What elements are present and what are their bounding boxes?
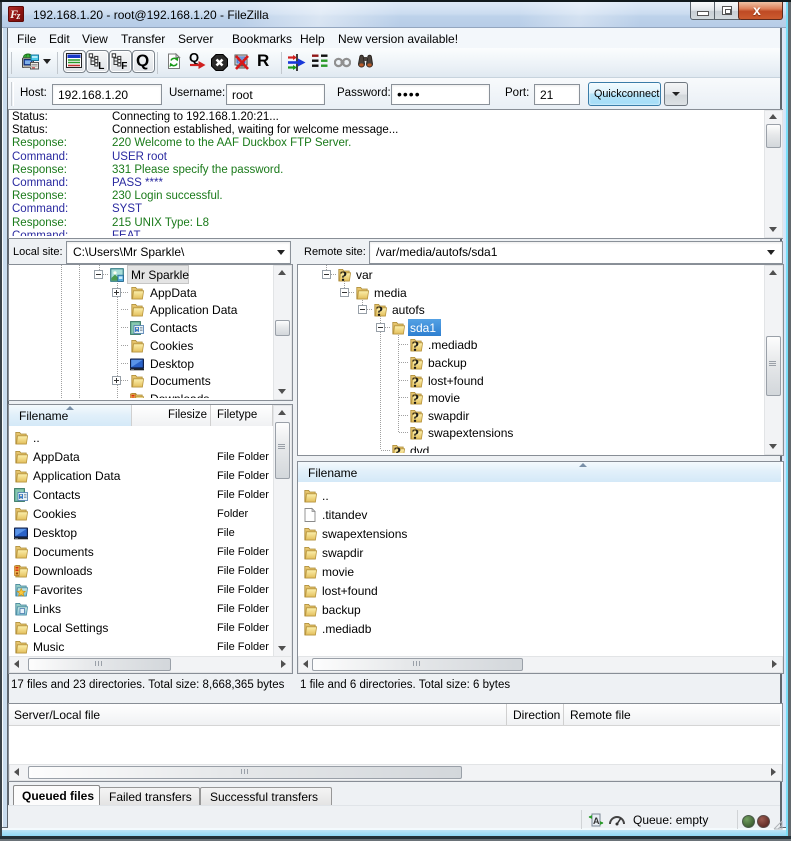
svg-text:F: F [121, 61, 127, 70]
svg-text:A: A [593, 816, 600, 826]
svg-text:L: L [98, 61, 104, 70]
